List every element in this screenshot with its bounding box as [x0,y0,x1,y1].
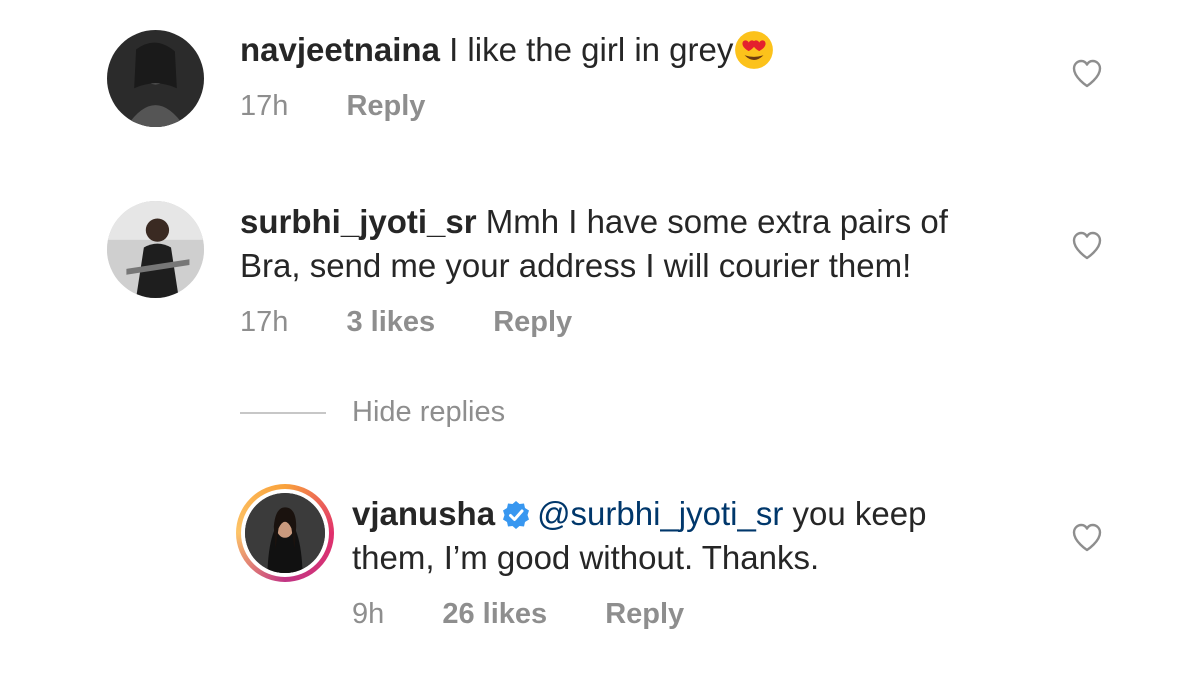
like-heart-icon[interactable] [1071,58,1103,88]
comment-time: 17h [240,306,289,338]
comment-username[interactable]: navjeetnaina [240,31,440,68]
comment-time: 17h [240,90,289,122]
heart-eyes-emoji-icon [733,29,775,71]
comment-body-line1: you keep [783,495,927,532]
avatar-navjeetnaina[interactable] [107,30,204,127]
like-heart-icon[interactable] [1071,522,1103,552]
reply-button[interactable]: Reply [346,90,425,122]
avatar-image [107,201,204,298]
mention-link[interactable]: @surbhi_jyoti_sr [537,495,783,532]
comment-meta: 17h 3 likes Reply [240,306,622,339]
avatar-image [245,493,325,573]
comment-body: I like the girl in grey [439,31,734,68]
comment-body-line2: them, I’m good without. Thanks. [352,539,820,576]
reply-button[interactable]: Reply [605,598,684,630]
verified-badge-icon [501,497,531,529]
hide-replies-button[interactable]: Hide replies [352,396,505,429]
avatar-vjanusha[interactable] [236,484,334,582]
hide-replies-divider [240,412,326,414]
comment-username[interactable]: surbhi_jyoti_sr [240,203,477,240]
avatar-surbhi_jyoti_sr[interactable] [107,201,204,298]
comment-meta: 9h 26 likes Reply [352,598,734,631]
comment-body-line2: Bra, send me your address I will courier… [240,247,912,284]
avatar-image [107,30,204,127]
likes-count[interactable]: 3 likes [346,306,435,338]
like-heart-icon[interactable] [1071,230,1103,260]
comment-text: surbhi_jyoti_sr Mmh I have some extra pa… [240,200,948,288]
comment-body-line1: Mmh I have some extra pairs of [476,203,948,240]
reply-button[interactable]: Reply [493,306,572,338]
comment-username[interactable]: vjanusha [352,495,495,532]
comment-meta: 17h Reply [240,90,475,123]
comment-text: navjeetnaina I like the girl in grey [240,28,775,72]
likes-count[interactable]: 26 likes [442,598,547,630]
comment-time: 9h [352,598,385,630]
reply-comment-text: vjanusha @surbhi_jyoti_sr you keep them,… [352,492,926,580]
